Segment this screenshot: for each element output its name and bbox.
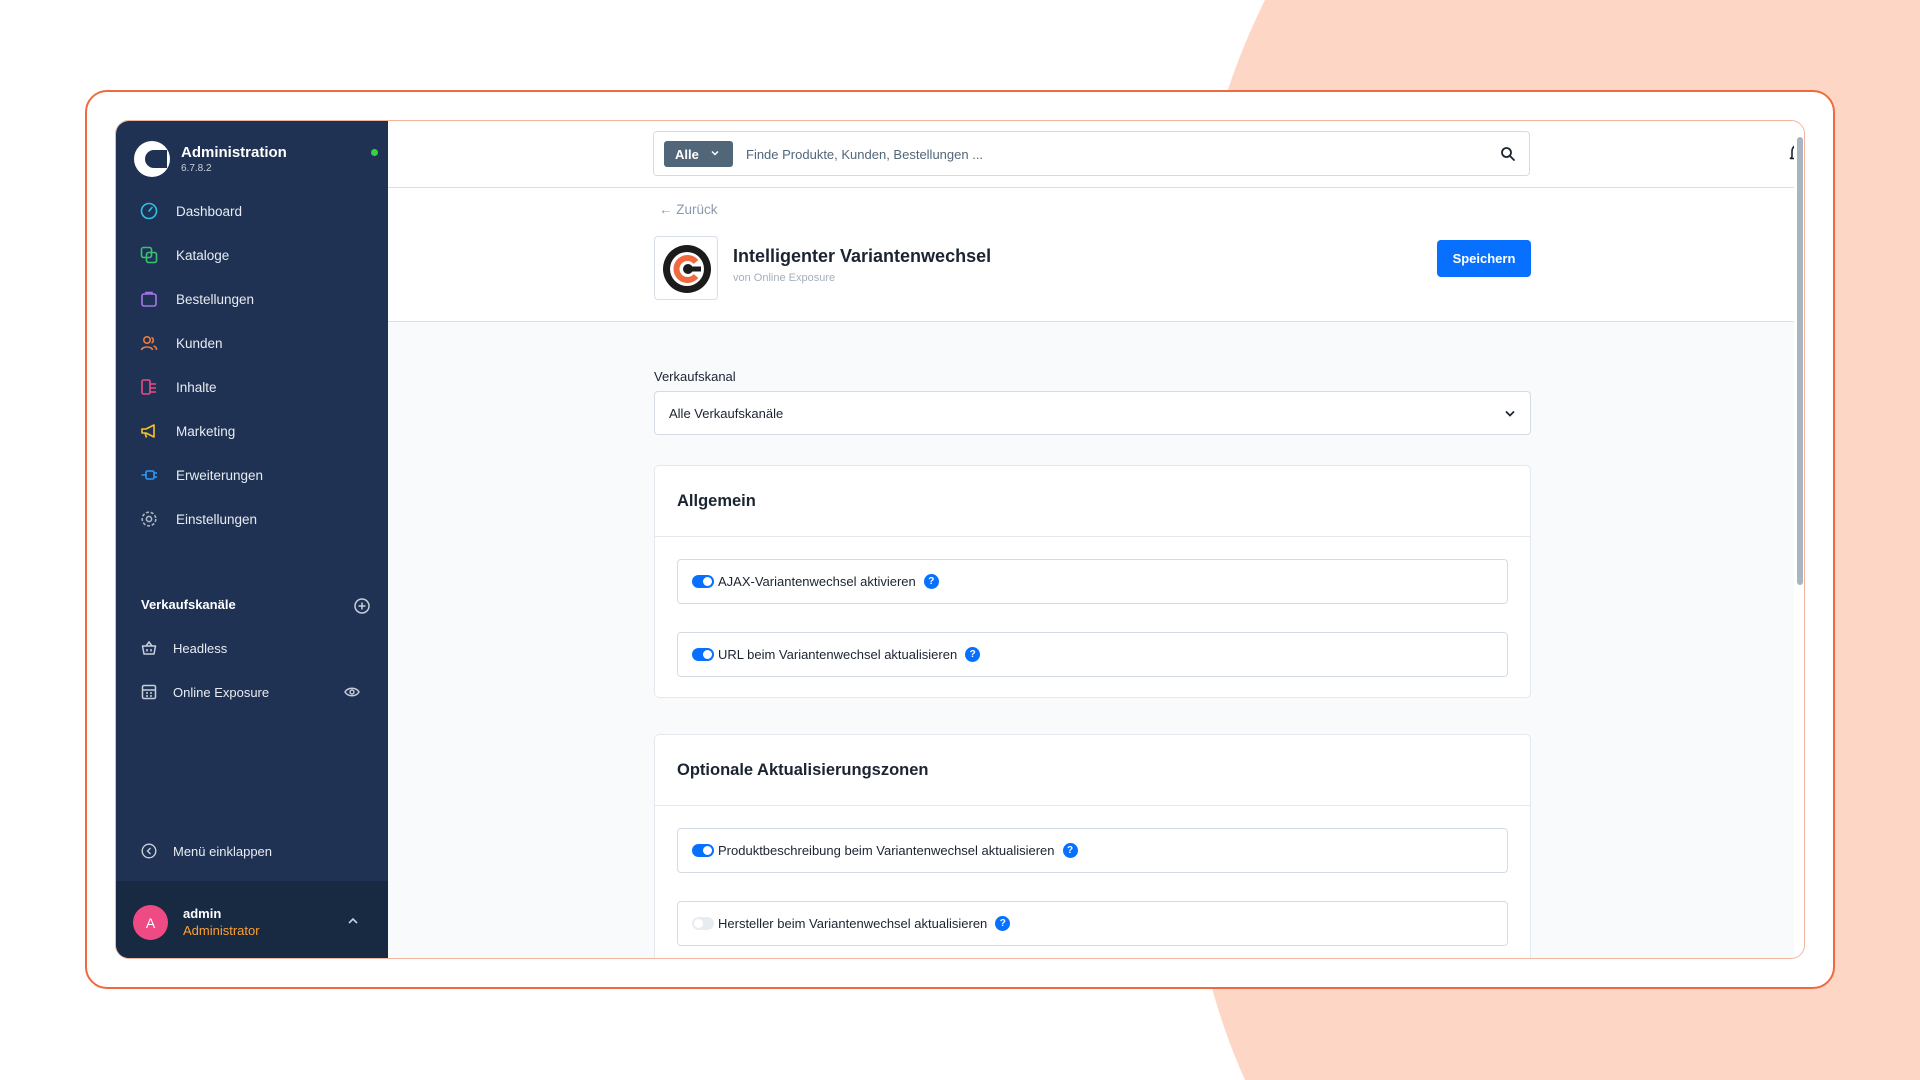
sales-channel-list: Headless Online Exposure (116, 626, 388, 714)
megaphone-icon (140, 422, 158, 440)
collapse-menu-label: Menü einklappen (173, 843, 273, 859)
user-menu[interactable]: A admin Administrator (116, 881, 388, 958)
nav-item-kunden[interactable]: Kunden (116, 321, 388, 365)
option-url-update: URL beim Variantenwechsel aktualisieren … (677, 632, 1508, 677)
page-header: ← Zurück Intelligenter Variantenwechsel … (388, 188, 1794, 322)
sales-channel-value: Alle Verkaufskanäle (669, 405, 784, 421)
option-label: URL beim Variantenwechsel aktualisieren (718, 647, 958, 662)
nav-item-bestellungen[interactable]: Bestellungen (116, 277, 388, 321)
nav-label: Erweiterungen (176, 467, 264, 483)
url-update-toggle[interactable] (692, 648, 714, 661)
extension-vendor: von Online Exposure (733, 272, 836, 284)
nav-label: Bestellungen (176, 291, 255, 307)
card-title: Optionale Aktualisierungszonen (655, 735, 1530, 806)
sales-channels-heading: Verkaufskanäle (141, 597, 371, 617)
card-optionale-aktualisierungszonen: Optionale Aktualisierungszonen Produktbe… (654, 734, 1531, 958)
chevron-up-icon[interactable] (346, 915, 360, 927)
option-label: Produktbeschreibung beim Variantenwechse… (718, 843, 1055, 858)
status-dot-icon (371, 149, 378, 156)
search-type-select[interactable]: Alle (664, 141, 733, 167)
chevron-down-icon (711, 150, 719, 156)
topbar: Alle (388, 121, 1804, 188)
card-title: Allgemein (655, 466, 1530, 537)
avatar: A (133, 905, 168, 940)
nav-item-erweiterungen[interactable]: Erweiterungen (116, 453, 388, 497)
online-exposure-logo-icon (663, 245, 711, 293)
option-description-update: Produktbeschreibung beim Variantenwechse… (677, 828, 1508, 873)
option-manufacturer-update: Hersteller beim Variantenwechsel aktuali… (677, 901, 1508, 946)
users-icon (140, 334, 158, 352)
scrollbar[interactable] (1794, 121, 1804, 958)
scroll-thumb[interactable] (1797, 137, 1803, 585)
chevron-down-icon (1505, 410, 1515, 417)
nav-label: Marketing (176, 423, 236, 439)
shopware-logo-icon (134, 141, 170, 177)
manufacturer-update-toggle[interactable] (692, 917, 714, 930)
extension-logo (654, 236, 718, 300)
search-input[interactable] (746, 142, 1446, 166)
brand-title: Administration (181, 144, 287, 161)
nav-label: Dashboard (176, 203, 243, 219)
user-role: Administrator (183, 923, 260, 938)
eye-icon[interactable] (344, 685, 360, 699)
sales-channel-label: Headless (173, 640, 228, 656)
ajax-switch-toggle[interactable] (692, 575, 714, 588)
brand-version: 6.7.8.2 (181, 163, 212, 174)
basket-icon (141, 639, 157, 657)
collapse-menu-button[interactable]: Menü einklappen (141, 841, 272, 861)
nav-item-marketing[interactable]: Marketing (116, 409, 388, 453)
sidebar: Administration 6.7.8.2 Dashboard Katalog… (116, 121, 388, 958)
content-icon (140, 378, 158, 396)
search-type-label: Alle (675, 146, 699, 162)
save-button[interactable]: Speichern (1437, 240, 1531, 277)
back-link[interactable]: ← Zurück (659, 202, 718, 217)
help-badge-icon[interactable]: ? (995, 916, 1011, 931)
description-update-toggle[interactable] (692, 844, 714, 857)
user-name: admin (183, 906, 222, 921)
nav-item-einstellungen[interactable]: Einstellungen (116, 497, 388, 541)
add-sales-channel-icon[interactable] (353, 597, 371, 615)
help-badge-icon[interactable]: ? (965, 647, 981, 662)
admin-app: Administration 6.7.8.2 Dashboard Katalog… (115, 120, 1805, 959)
nav-label: Kataloge (176, 247, 230, 263)
sales-channel-headless[interactable]: Headless (116, 626, 388, 670)
nav-label: Kunden (176, 335, 223, 351)
card-allgemein: Allgemein AJAX-Variantenwechsel aktivier… (654, 465, 1531, 698)
sales-channel-label: Verkaufskanal (654, 369, 736, 384)
brand: Administration 6.7.8.2 (134, 141, 378, 181)
storefront-icon (141, 683, 157, 701)
nav-item-inhalte[interactable]: Inhalte (116, 365, 388, 409)
nav-label: Einstellungen (176, 511, 258, 527)
sales-channel-label: Online Exposure (173, 684, 270, 700)
nav-item-dashboard[interactable]: Dashboard (116, 189, 388, 233)
gauge-icon (140, 202, 158, 220)
nav-item-kataloge[interactable]: Kataloge (116, 233, 388, 277)
catalog-icon (140, 246, 158, 264)
shopping-bag-icon (140, 290, 158, 308)
option-label: AJAX-Variantenwechsel aktivieren (718, 574, 916, 589)
help-badge-icon[interactable]: ? (923, 574, 939, 589)
main-nav: Dashboard Kataloge Bestellungen Kunden I… (116, 189, 388, 541)
page-title: Intelligenter Variantenwechsel (733, 246, 992, 266)
sales-channel-select[interactable]: Alle Verkaufskanäle (654, 391, 1531, 435)
gear-icon (140, 510, 158, 528)
nav-label: Inhalte (176, 379, 217, 395)
option-ajax-switch: AJAX-Variantenwechsel aktivieren ? (677, 559, 1508, 604)
sales-channel-online-exposure[interactable]: Online Exposure (116, 670, 388, 714)
help-badge-icon[interactable]: ? (1062, 843, 1078, 858)
global-search: Alle (653, 131, 1530, 176)
collapse-left-icon (141, 842, 157, 860)
option-label: Hersteller beim Variantenwechsel aktuali… (718, 916, 988, 931)
plug-icon (140, 466, 158, 484)
sales-channels-title: Verkaufskanäle (141, 597, 236, 612)
search-icon[interactable] (1500, 146, 1516, 162)
